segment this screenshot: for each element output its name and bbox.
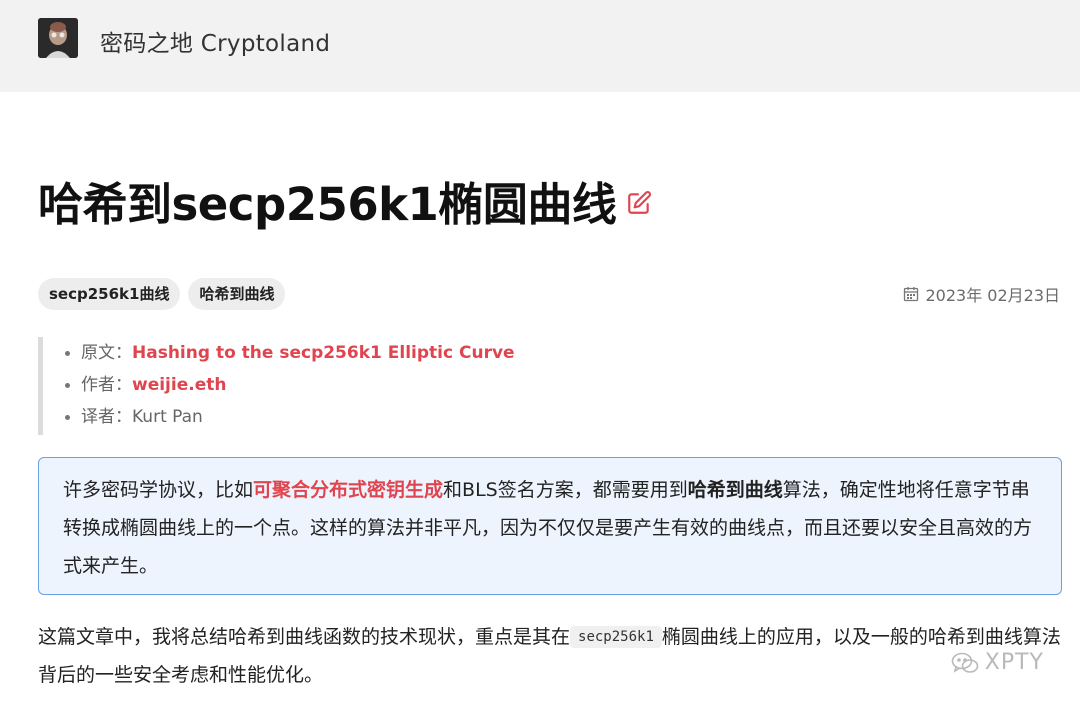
publish-date-text: 2023年 02月23日 <box>925 286 1060 305</box>
translator-name: Kurt Pan <box>132 407 203 427</box>
tag-secp256k1[interactable]: secp256k1曲线 <box>38 278 181 310</box>
meta-original: 原文：Hashing to the secp256k1 Elliptic Cur… <box>65 337 515 369</box>
edit-icon[interactable] <box>626 190 652 216</box>
meta-original-label: 原文： <box>81 343 132 363</box>
inline-code: secp256k1 <box>570 626 662 648</box>
callout-bold-term: 哈希到曲线 <box>687 479 783 501</box>
author-link[interactable]: weijie.eth <box>132 375 226 395</box>
meta-author-label: 作者： <box>81 375 132 395</box>
calendar-icon <box>904 287 919 302</box>
dkg-link[interactable]: 可聚合分布式密钥生成 <box>253 479 443 501</box>
watermark: XPTY <box>951 650 1044 675</box>
page-title: 哈希到secp256k1椭圆曲线 <box>38 168 652 233</box>
avatar[interactable] <box>38 18 78 58</box>
callout-text-part2: 和BLS签名方案，都需要用到 <box>443 479 688 501</box>
body-paragraph: 这篇文章中，我将总结哈希到曲线函数的技术现状，重点是其在 secp256k1 椭圆曲… <box>38 618 1068 694</box>
body-text-before: 这篇文章中，我将总结哈希到曲线函数的技术现状，重点是其在 <box>38 626 571 648</box>
meta-translator-label: 译者： <box>81 407 132 427</box>
meta-translator: 译者：Kurt Pan <box>65 401 515 433</box>
wechat-icon <box>951 652 979 673</box>
bullet-icon <box>65 383 70 388</box>
site-name-link[interactable]: 密码之地 Cryptoland <box>100 24 330 58</box>
original-article-link[interactable]: Hashing to the secp256k1 Elliptic Curve <box>132 343 515 363</box>
tag-list: secp256k1曲线 哈希到曲线 <box>38 278 286 310</box>
page-title-text: 哈希到secp256k1椭圆曲线 <box>38 178 617 231</box>
callout-text: 许多密码学协议，比如可聚合分布式密钥生成和BLS签名方案，都需要用到哈希到曲线算… <box>63 471 1037 585</box>
bullet-icon <box>65 415 70 420</box>
callout-text-part1: 许多密码学协议，比如 <box>63 479 254 501</box>
publish-date: 2023年 02月23日 <box>903 282 1060 306</box>
article-meta-quote: 原文：Hashing to the secp256k1 Elliptic Cur… <box>38 337 515 435</box>
watermark-text: XPTY <box>984 650 1044 675</box>
tag-hash-to-curve[interactable]: 哈希到曲线 <box>188 278 286 310</box>
bullet-icon <box>65 351 70 356</box>
site-header: 密码之地 Cryptoland <box>0 0 1080 92</box>
intro-callout: 许多密码学协议，比如可聚合分布式密钥生成和BLS签名方案，都需要用到哈希到曲线算… <box>38 457 1062 595</box>
meta-author: 作者：weijie.eth <box>65 369 515 401</box>
